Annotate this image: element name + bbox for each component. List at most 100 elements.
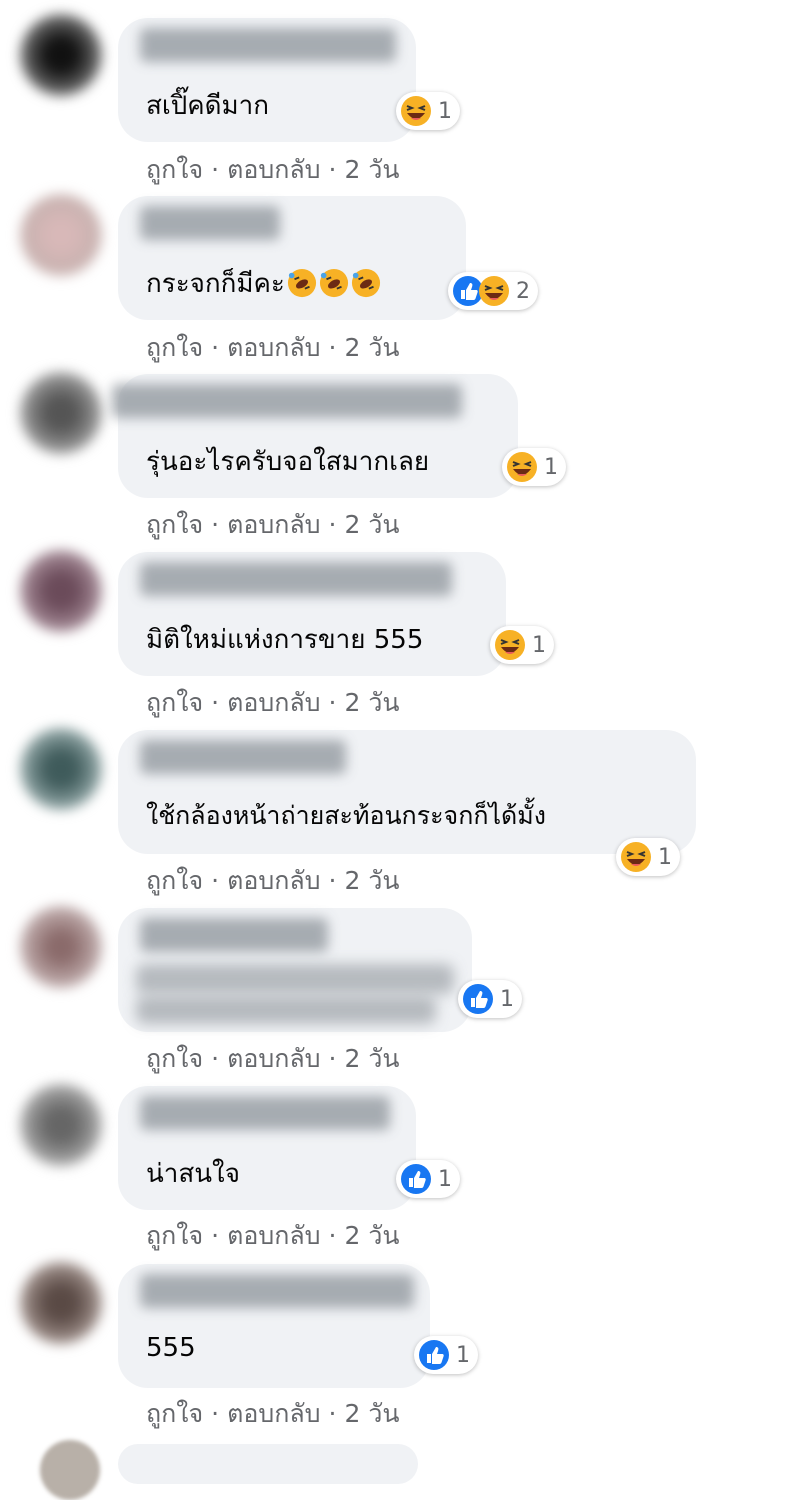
timestamp[interactable]: 2 วัน xyxy=(345,683,400,723)
reaction-count[interactable]: 1 xyxy=(502,448,566,486)
comment-actions: ถูกใจ · ตอบกลับ · 2 วัน xyxy=(146,505,399,545)
separator: · xyxy=(211,155,220,184)
reply-link[interactable]: ตอบกลับ xyxy=(227,1216,320,1256)
separator: · xyxy=(328,1399,337,1428)
laughing-emoji-icon xyxy=(506,451,538,483)
like-link[interactable]: ถูกใจ xyxy=(146,1216,203,1256)
laughing-emoji-icon xyxy=(620,841,652,873)
reaction-count-number: 1 xyxy=(532,632,546,658)
comment-text: น่าสนใจ xyxy=(146,1159,240,1189)
reaction-count-number: 1 xyxy=(658,844,672,870)
commenter-name[interactable] xyxy=(140,1274,414,1308)
separator: · xyxy=(211,1044,220,1073)
commenter-name[interactable] xyxy=(140,28,396,62)
rolling-laughing-emoji-icon xyxy=(319,268,348,298)
separator: · xyxy=(328,688,337,717)
reply-link[interactable]: ตอบกลับ xyxy=(227,1394,320,1434)
rolling-laughing-emoji-icon xyxy=(351,268,380,298)
timestamp[interactable]: 2 วัน xyxy=(345,328,400,368)
comment-actions: ถูกใจ · ตอบกลับ · 2 วัน xyxy=(146,150,399,190)
comment-actions: ถูกใจ · ตอบกลับ · 2 วัน xyxy=(146,1216,399,1256)
laughing-emoji-icon xyxy=(478,275,510,307)
reaction-count[interactable]: 2 xyxy=(448,272,538,310)
timestamp[interactable]: 2 วัน xyxy=(345,1216,400,1256)
comment-text: 555 xyxy=(146,1333,196,1363)
avatar[interactable] xyxy=(20,372,102,454)
separator: · xyxy=(211,510,220,539)
comment-bubble xyxy=(118,1444,418,1484)
comment-actions: ถูกใจ · ตอบกลับ · 2 วัน xyxy=(146,861,399,901)
comment-actions: ถูกใจ · ตอบกลับ · 2 วัน xyxy=(146,328,399,368)
comment-text: มิติใหม่แห่งการขาย 555 xyxy=(146,625,424,655)
timestamp[interactable]: 2 วัน xyxy=(345,150,400,190)
timestamp[interactable]: 2 วัน xyxy=(345,861,400,901)
thumbs-up-icon xyxy=(400,1163,432,1195)
timestamp[interactable]: 2 วัน xyxy=(345,505,400,545)
avatar[interactable] xyxy=(20,1262,102,1344)
commenter-name[interactable] xyxy=(140,562,452,596)
comment-text: สเปิ๊คดีมาก xyxy=(146,91,270,121)
separator: · xyxy=(328,1221,337,1250)
reaction-count[interactable]: 1 xyxy=(396,1160,460,1198)
avatar[interactable] xyxy=(20,550,102,632)
reaction-count-number: 1 xyxy=(500,986,514,1012)
avatar[interactable] xyxy=(40,1440,100,1500)
laughing-emoji-icon xyxy=(400,95,432,127)
like-link[interactable]: ถูกใจ xyxy=(146,1039,203,1079)
avatar[interactable] xyxy=(20,194,102,276)
avatar[interactable] xyxy=(20,906,102,988)
separator: · xyxy=(328,155,337,184)
reaction-count-number: 1 xyxy=(456,1342,470,1368)
reply-link[interactable]: ตอบกลับ xyxy=(227,150,320,190)
reply-link[interactable]: ตอบกลับ xyxy=(227,861,320,901)
comment-bubble: กระจกก็มีคะ xyxy=(118,196,466,320)
reaction-count[interactable]: 1 xyxy=(458,980,522,1018)
separator: · xyxy=(211,866,220,895)
commenter-name[interactable] xyxy=(140,206,280,240)
reply-link[interactable]: ตอบกลับ xyxy=(227,1039,320,1079)
reply-link[interactable]: ตอบกลับ xyxy=(227,505,320,545)
timestamp[interactable]: 2 วัน xyxy=(345,1039,400,1079)
like-link[interactable]: ถูกใจ xyxy=(146,1394,203,1434)
comment-actions: ถูกใจ · ตอบกลับ · 2 วัน xyxy=(146,1039,399,1079)
like-link[interactable]: ถูกใจ xyxy=(146,861,203,901)
commenter-name[interactable] xyxy=(112,384,462,418)
avatar[interactable] xyxy=(20,1084,102,1166)
reaction-count-number: 2 xyxy=(516,278,530,304)
timestamp[interactable]: 2 วัน xyxy=(345,1394,400,1434)
like-link[interactable]: ถูกใจ xyxy=(146,505,203,545)
separator: · xyxy=(211,1399,220,1428)
reaction-count-number: 1 xyxy=(438,98,452,124)
reaction-count-number: 1 xyxy=(544,454,558,480)
like-link[interactable]: ถูกใจ xyxy=(146,328,203,368)
reaction-count[interactable]: 1 xyxy=(616,838,680,876)
comment-bubble: มิติใหม่แห่งการขาย 555 xyxy=(118,552,506,676)
comment-text: กระจกก็มีคะ xyxy=(146,268,381,300)
separator: · xyxy=(328,333,337,362)
like-link[interactable]: ถูกใจ xyxy=(146,683,203,723)
reply-link[interactable]: ตอบกลับ xyxy=(227,328,320,368)
comment-text-blurred xyxy=(136,964,454,994)
avatar[interactable] xyxy=(20,728,102,810)
comment-bubble: น่าสนใจ xyxy=(118,1086,416,1210)
like-link[interactable]: ถูกใจ xyxy=(146,150,203,190)
commenter-name[interactable] xyxy=(140,1096,390,1130)
comment-bubble: สเปิ๊คดีมาก xyxy=(118,18,416,142)
comment-bubble: รุ่นอะไรครับจอใสมากเลย xyxy=(112,374,518,498)
commenter-name[interactable] xyxy=(140,918,328,952)
reaction-count-number: 1 xyxy=(438,1166,452,1192)
separator: · xyxy=(211,688,220,717)
reply-link[interactable]: ตอบกลับ xyxy=(227,683,320,723)
reaction-count[interactable]: 1 xyxy=(414,1336,478,1374)
reaction-count[interactable]: 1 xyxy=(490,626,554,664)
separator: · xyxy=(211,333,220,362)
laughing-emoji-icon xyxy=(494,629,526,661)
comment-bubble xyxy=(118,908,472,1032)
commenter-name[interactable] xyxy=(140,740,346,774)
avatar[interactable] xyxy=(20,14,102,96)
comment-actions: ถูกใจ · ตอบกลับ · 2 วัน xyxy=(146,1394,399,1434)
comment-bubble: 555 xyxy=(118,1264,430,1388)
comment-text-blurred xyxy=(136,996,436,1024)
reaction-count[interactable]: 1 xyxy=(396,92,460,130)
comment-text: ใช้กล้องหน้าถ่ายสะท้อนกระจกก็ได้มั้ง xyxy=(146,801,546,830)
